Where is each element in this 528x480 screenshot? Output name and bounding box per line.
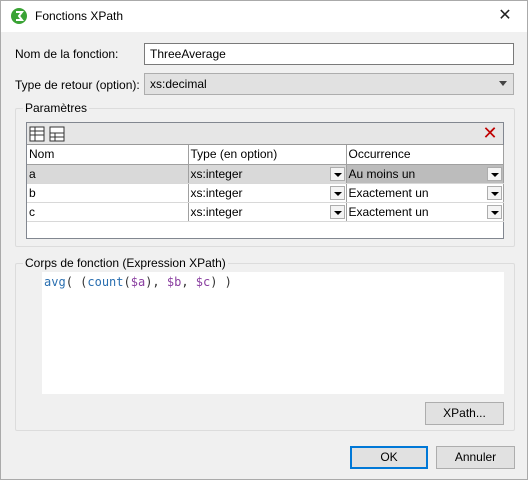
param-type-cell[interactable]: xs:integer bbox=[188, 202, 347, 222]
xpath-functions-dialog: Fonctions XPath ✕ Nom de la fonction: Th… bbox=[0, 0, 528, 480]
xpath-button[interactable]: XPath... bbox=[425, 402, 504, 425]
parameters-toolbar: ✕ bbox=[27, 123, 503, 145]
param-name-cell[interactable]: b bbox=[27, 183, 189, 203]
dropdown-arrow-icon[interactable] bbox=[486, 204, 502, 219]
function-name-label: Nom de la fonction: bbox=[15, 47, 119, 61]
param-occurrence-value: Exactement un bbox=[348, 204, 429, 219]
function-name-field[interactable]: ThreeAverage bbox=[144, 43, 514, 65]
insert-row-icon[interactable] bbox=[48, 125, 66, 143]
cancel-button[interactable]: Annuler bbox=[436, 446, 515, 469]
parameters-table: Nom Type (en option) Occurrence a xs:int… bbox=[27, 145, 504, 222]
code-punct: ( ( bbox=[65, 275, 88, 289]
code-punct: ) ) bbox=[210, 275, 232, 289]
close-icon[interactable]: ✕ bbox=[483, 1, 527, 31]
dropdown-arrow-icon[interactable] bbox=[329, 185, 345, 200]
dropdown-arrow-icon[interactable] bbox=[486, 185, 502, 200]
return-type-value: xs:decimal bbox=[150, 77, 207, 91]
param-name-cell[interactable]: a bbox=[27, 164, 189, 184]
return-type-label: Type de retour (option): bbox=[15, 78, 140, 92]
param-name-cell[interactable]: c bbox=[27, 202, 189, 222]
dropdown-arrow-icon[interactable] bbox=[329, 166, 345, 181]
code-var-b: $b bbox=[166, 275, 182, 289]
param-occurrence-cell[interactable]: Au moins un bbox=[346, 164, 504, 184]
xpath-app-icon bbox=[11, 8, 27, 24]
xpath-expression-editor[interactable]: avg( (count($a), $b, $c) ) bbox=[42, 272, 504, 394]
param-occurrence-cell[interactable]: Exactement un bbox=[346, 183, 504, 203]
dropdown-arrow-icon[interactable] bbox=[329, 204, 345, 219]
code-var-c: $c bbox=[195, 275, 211, 289]
title-bar: Fonctions XPath ✕ bbox=[1, 1, 527, 32]
param-type-value: xs:integer bbox=[190, 185, 243, 200]
table-row[interactable]: c xs:integer Exactement un bbox=[27, 202, 504, 222]
column-header-type[interactable]: Type (en option) bbox=[188, 145, 347, 165]
chevron-down-icon bbox=[499, 81, 507, 86]
return-type-select[interactable]: xs:decimal bbox=[144, 73, 514, 95]
code-punct: , bbox=[181, 275, 196, 289]
table-row[interactable]: a xs:integer Au moins un bbox=[27, 164, 504, 184]
param-occurrence-value: Exactement un bbox=[348, 185, 429, 200]
dropdown-arrow-icon[interactable] bbox=[486, 166, 502, 181]
append-row-icon[interactable] bbox=[28, 125, 46, 143]
code-punct: ( bbox=[123, 275, 131, 289]
param-type-cell[interactable]: xs:integer bbox=[188, 183, 347, 203]
param-type-value: xs:integer bbox=[190, 166, 243, 181]
param-occurrence-value: Au moins un bbox=[348, 166, 416, 181]
table-row[interactable]: b xs:integer Exactement un bbox=[27, 183, 504, 203]
code-punct: ), bbox=[145, 275, 167, 289]
table-header-row: Nom Type (en option) Occurrence bbox=[27, 145, 504, 165]
code-var-a: $a bbox=[130, 275, 146, 289]
code-function-count: count bbox=[87, 275, 124, 289]
parameters-grid: ✕ Nom Type (en option) Occurrence a xs:i… bbox=[26, 122, 504, 239]
parameters-group-title: Paramètres bbox=[23, 101, 90, 115]
column-header-occurrence[interactable]: Occurrence bbox=[346, 145, 504, 165]
param-occurrence-cell[interactable]: Exactement un bbox=[346, 202, 504, 222]
delete-row-icon[interactable]: ✕ bbox=[481, 124, 499, 142]
param-type-value: xs:integer bbox=[190, 204, 243, 219]
function-body-group-title: Corps de fonction (Expression XPath) bbox=[23, 256, 228, 270]
window-title: Fonctions XPath bbox=[35, 9, 124, 23]
column-header-name[interactable]: Nom bbox=[27, 145, 189, 165]
code-function-avg: avg bbox=[44, 275, 66, 289]
ok-button[interactable]: OK bbox=[350, 446, 428, 469]
param-type-cell[interactable]: xs:integer bbox=[188, 164, 347, 184]
